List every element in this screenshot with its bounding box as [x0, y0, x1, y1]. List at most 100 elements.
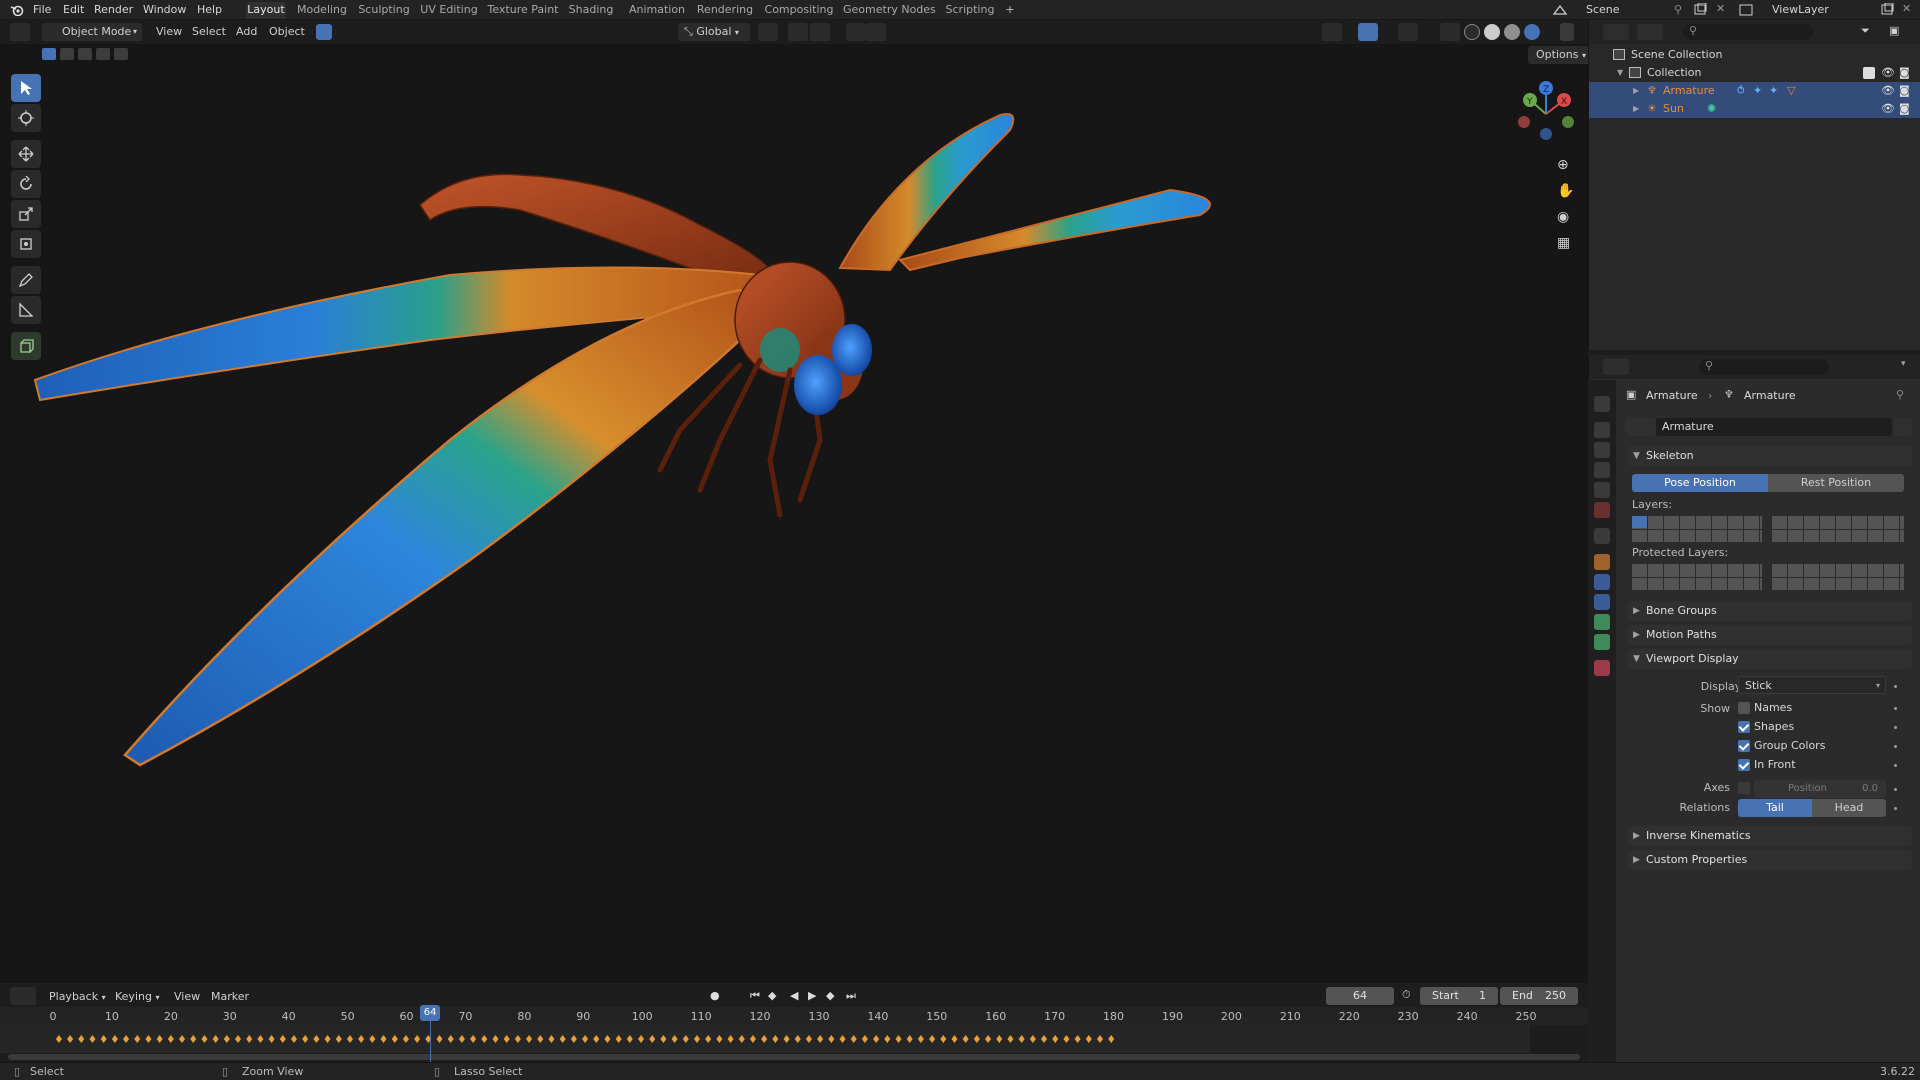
keyframe-diamond[interactable]: [201, 1035, 208, 1043]
keyframe-diamond[interactable]: [570, 1035, 577, 1043]
relations-tail-button[interactable]: Tail: [1738, 799, 1812, 817]
keyframe-diamond[interactable]: [279, 1035, 286, 1043]
motion-paths-panel-header[interactable]: ▶ Motion Paths: [1628, 625, 1912, 645]
keyframe-diamond[interactable]: [1029, 1035, 1036, 1043]
keyframe-diamond[interactable]: [223, 1035, 230, 1043]
protected-layers-grid-a[interactable]: [1632, 564, 1762, 590]
render-tab-icon[interactable]: [1594, 422, 1610, 438]
delete-scene-icon[interactable]: ✕: [1716, 2, 1725, 15]
bone-tab-icon[interactable]: [1594, 634, 1610, 650]
outliner-row-sun[interactable]: ▶ ☀ Sun ✺ 👁 ◙: [1589, 100, 1920, 118]
animate-property-dot-icon[interactable]: [1894, 726, 1897, 729]
keyframe-diamond[interactable]: [906, 1035, 913, 1043]
keyframe-diamond[interactable]: [794, 1035, 801, 1043]
menu-add[interactable]: Add: [236, 23, 257, 41]
keyframe-diamond[interactable]: [447, 1035, 454, 1043]
camera-icon[interactable]: ◉: [1557, 209, 1569, 225]
solid-shading-icon[interactable]: [1484, 24, 1500, 40]
keyframe-diamond[interactable]: [783, 1035, 790, 1043]
armature-name-field[interactable]: Armature: [1656, 418, 1892, 436]
display-as-dropdown[interactable]: Stick ▾: [1738, 676, 1886, 694]
rest-position-button[interactable]: Rest Position: [1768, 474, 1904, 492]
visibility-icon[interactable]: [1322, 23, 1342, 41]
keyframe-diamond[interactable]: [839, 1035, 846, 1043]
new-view-layer-icon[interactable]: [1880, 3, 1894, 16]
animate-property-dot-icon[interactable]: [1894, 807, 1897, 810]
tab-sculpting[interactable]: Sculpting: [356, 2, 412, 19]
delete-view-layer-icon[interactable]: ✕: [1902, 2, 1911, 15]
keyframe-diamond[interactable]: [1052, 1035, 1059, 1043]
view-layer-tab-icon[interactable]: [1594, 462, 1610, 478]
keyframe-diamond[interactable]: [123, 1035, 130, 1043]
keyframe-diamond[interactable]: [78, 1035, 85, 1043]
names-checkbox[interactable]: [1738, 702, 1750, 714]
rotate-tool[interactable]: [11, 170, 41, 198]
keyframe-diamond[interactable]: [503, 1035, 510, 1043]
keyframe-diamond[interactable]: [805, 1035, 812, 1043]
world-tab-icon[interactable]: [1594, 502, 1610, 518]
select-subtract-icon[interactable]: [78, 48, 92, 60]
keyframe-diamond[interactable]: [548, 1035, 555, 1043]
keyframe-diamond[interactable]: [660, 1035, 667, 1043]
keyframe-diamond[interactable]: [290, 1035, 297, 1043]
keyframe-diamond[interactable]: [492, 1035, 499, 1043]
keyframe-diamond[interactable]: [1108, 1035, 1115, 1043]
tab-scripting[interactable]: Scripting: [942, 2, 998, 19]
keyframe-diamond[interactable]: [212, 1035, 219, 1043]
keyframe-diamond[interactable]: [235, 1035, 242, 1043]
camera-render-icon[interactable]: ◙: [1899, 82, 1910, 100]
timeline-view-menu[interactable]: View: [174, 988, 200, 1006]
keyframe-diamond[interactable]: [1085, 1035, 1092, 1043]
menu-render[interactable]: Render: [94, 3, 133, 16]
keyframe-diamond[interactable]: [962, 1035, 969, 1043]
properties-editor-type-icon[interactable]: [1603, 359, 1629, 375]
annotate-tool[interactable]: [11, 266, 41, 294]
tool-tab-icon[interactable]: [1594, 396, 1610, 412]
keyframe-diamond[interactable]: [526, 1035, 533, 1043]
new-scene-icon[interactable]: [1693, 3, 1707, 16]
material-shading-icon[interactable]: [1504, 24, 1520, 40]
keyframe-strip[interactable]: [0, 1025, 1588, 1053]
keyframe-diamond[interactable]: [828, 1035, 835, 1043]
camera-render-icon[interactable]: ◙: [1899, 100, 1910, 118]
keyframe-diamond[interactable]: [436, 1035, 443, 1043]
object-mode-dropdown[interactable]: Object Mode ▾: [42, 23, 142, 41]
armature-data-icon[interactable]: ✦: [1753, 82, 1762, 100]
keyframe-track[interactable]: [0, 1025, 1588, 1053]
prev-keyframe-icon[interactable]: ◆: [768, 989, 776, 1002]
keyframe-diamond[interactable]: [615, 1035, 622, 1043]
timeline-editor-type-icon[interactable]: [10, 987, 36, 1005]
tab-compositing[interactable]: Compositing: [763, 2, 835, 19]
record-icon[interactable]: ●: [710, 989, 720, 1002]
view-layer-name[interactable]: ViewLayer: [1772, 3, 1829, 16]
select-extend-icon[interactable]: [60, 48, 74, 60]
blender-logo-icon[interactable]: [10, 4, 24, 16]
chevron-down-icon[interactable]: ▾: [1901, 359, 1906, 369]
timeline-scrollbar[interactable]: [8, 1054, 1580, 1060]
expand-right-icon[interactable]: ▶: [1633, 82, 1639, 100]
eye-icon[interactable]: 👁: [1881, 82, 1895, 100]
texture-tab-icon[interactable]: [1594, 660, 1610, 676]
menu-view[interactable]: View: [156, 23, 182, 41]
jump-start-icon[interactable]: ⏮: [750, 989, 760, 1003]
scale-tool[interactable]: [11, 200, 41, 228]
playback-menu[interactable]: Playback ▾: [49, 988, 106, 1006]
sun-data-icon[interactable]: ✺: [1707, 100, 1716, 118]
keyframe-diamond[interactable]: [1097, 1035, 1104, 1043]
keyframe-diamond[interactable]: [111, 1035, 118, 1043]
camera-render-icon[interactable]: ◙: [1899, 64, 1910, 82]
menu-file[interactable]: File: [33, 3, 51, 16]
keyframe-diamond[interactable]: [514, 1035, 521, 1043]
tab-layout[interactable]: Layout: [246, 2, 286, 19]
protected-layers-grid-b[interactable]: [1772, 564, 1904, 590]
keyframe-diamond[interactable]: [1018, 1035, 1025, 1043]
tab-uv-editing[interactable]: UV Editing: [420, 2, 478, 19]
axes-position-field[interactable]: Position 0.0: [1754, 780, 1886, 798]
axes-checkbox[interactable]: [1738, 782, 1750, 794]
marker-menu[interactable]: Marker: [211, 988, 249, 1006]
options-dropdown[interactable]: Options ▾: [1528, 46, 1594, 64]
object-tab-icon[interactable]: [1594, 554, 1610, 570]
pin-icon[interactable]: ⚲: [1896, 388, 1904, 401]
keyframe-diamond[interactable]: [481, 1035, 488, 1043]
select-invert-icon[interactable]: [96, 48, 110, 60]
